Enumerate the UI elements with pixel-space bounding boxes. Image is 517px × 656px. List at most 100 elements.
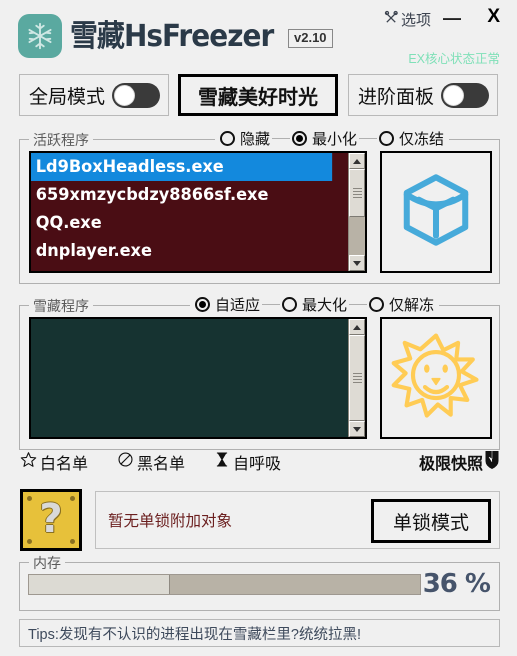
radio-label: 最大化 — [302, 297, 348, 314]
active-programs-legend: 活跃程序 — [29, 130, 93, 150]
scroll-thumb[interactable] — [349, 169, 365, 217]
radio-label: 仅冻结 — [399, 131, 445, 148]
core-status-text: EX核心状态正常 — [408, 52, 500, 66]
frozen-programs-group: 雪藏程序 自适应 最大化 仅解冻 — [19, 294, 500, 450]
global-mode-label: 全局模式 — [29, 86, 106, 108]
scroll-up-button[interactable] — [349, 319, 365, 335]
scroll-track[interactable] — [349, 169, 365, 255]
list-area — [31, 319, 348, 437]
radio-label: 最小化 — [312, 131, 358, 148]
frozen-icon-panel — [380, 317, 492, 439]
blacklist-label: 黑名单 — [137, 456, 186, 473]
page-title: 雪藏HsFreezer — [70, 19, 274, 54]
divider — [349, 304, 368, 305]
frozen-programs-radio-group: 自适应 最大化 仅解冻 — [190, 294, 440, 315]
block-rivet — [27, 539, 32, 544]
chevron-down-icon — [353, 260, 361, 266]
radio-circle — [220, 131, 235, 146]
global-mode-toggle[interactable] — [112, 82, 161, 108]
blacklist-link[interactable]: 黑名单 — [117, 450, 185, 474]
list-item[interactable]: Ld9BoxHeadless.exe — [31, 153, 333, 181]
scrollbar-vertical[interactable] — [348, 319, 365, 437]
radio-circle — [195, 297, 210, 312]
memory-percent-label: 36 % — [422, 569, 491, 599]
link-row: 白名单 黑名单 自呼吸 极限快照 — [0, 450, 517, 480]
radio-circle — [282, 297, 298, 312]
crossed-tools-icon — [384, 10, 399, 29]
radio-maximize[interactable]: 最大化 — [280, 294, 349, 315]
scrollbar-vertical[interactable] — [348, 153, 365, 271]
chevron-down-icon — [353, 426, 361, 432]
memory-legend: 内存 — [29, 553, 65, 573]
radio-hide[interactable]: 隐藏 — [218, 128, 272, 149]
radio-freeze-only[interactable]: 仅冻结 — [377, 128, 446, 149]
radio-adaptive[interactable]: 自适应 — [193, 294, 262, 315]
list-item[interactable]: 659xmzycbdzy8866sf.exe — [31, 181, 332, 209]
scroll-down-button[interactable] — [349, 421, 365, 437]
freeze-button[interactable]: 雪藏美好时光 — [178, 74, 338, 116]
radio-unfreeze-only[interactable]: 仅解冻 — [367, 294, 436, 315]
tips-text: Tips:发现有不认识的进程出现在雪藏栏里?统统拉黑! — [28, 626, 361, 643]
hex-box-icon — [393, 167, 479, 258]
scroll-track[interactable] — [349, 335, 365, 421]
list-item[interactable]: dnplayer.exe — [31, 237, 332, 265]
radio-label: 仅解冻 — [389, 297, 435, 314]
scroll-down-button[interactable] — [349, 255, 365, 271]
chevron-up-icon — [353, 324, 361, 330]
options-button[interactable]: 选项 — [384, 9, 431, 30]
sun-smile-icon — [390, 330, 482, 427]
scroll-up-button[interactable] — [349, 153, 365, 169]
hourglass-icon — [214, 451, 230, 473]
auto-breath-link[interactable]: 自呼吸 — [214, 450, 281, 474]
global-mode-control[interactable]: 全局模式 — [19, 74, 169, 116]
close-button[interactable]: X — [487, 6, 500, 28]
chevron-up-icon — [353, 158, 361, 164]
auto-breath-label: 自呼吸 — [233, 456, 282, 473]
memory-progress-bar — [28, 574, 421, 595]
radio-circle — [379, 131, 395, 146]
divider — [272, 138, 291, 139]
radio-circle — [369, 297, 385, 312]
minimize-button[interactable]: — — [443, 8, 461, 28]
list-area: Ld9BoxHeadless.exe 659xmzycbdzy8866sf.ex… — [31, 153, 348, 271]
advanced-panel-label: 进阶面板 — [358, 86, 435, 108]
memory-progress-fill — [29, 575, 170, 594]
lock-status-field: 暂无单锁附加对象 单锁模式 — [95, 491, 500, 549]
tips-bar: Tips:发现有不认识的进程出现在雪藏栏里?统统拉黑! — [19, 619, 500, 647]
list-item[interactable]: QQ.exe — [31, 209, 332, 237]
scroll-thumb[interactable] — [349, 335, 365, 421]
whitelist-label: 白名单 — [40, 456, 89, 473]
frozen-programs-legend: 雪藏程序 — [29, 296, 93, 316]
star-icon — [20, 451, 37, 473]
lock-mode-button[interactable]: 单锁模式 — [371, 499, 491, 543]
snowflake-icon — [18, 14, 62, 58]
advanced-panel-control[interactable]: 进阶面板 — [348, 74, 498, 116]
active-programs-group: 活跃程序 隐藏 最小化 仅冻结 Ld9BoxHeadless.exe 659xm… — [19, 128, 500, 284]
control-row: 全局模式 雪藏美好时光 进阶面板 — [0, 74, 517, 120]
shield-icon — [484, 450, 500, 474]
toggle-knob — [443, 84, 465, 106]
active-programs-radio-group: 隐藏 最小化 仅冻结 — [215, 128, 450, 149]
divider — [262, 304, 281, 305]
question-block-icon[interactable]: ? — [20, 489, 82, 551]
version-badge: v2.10 — [288, 29, 333, 48]
grip-lines-icon — [352, 371, 362, 385]
options-label: 选项 — [400, 12, 431, 29]
lock-row: ? 暂无单锁附加对象 单锁模式 — [0, 489, 517, 551]
radio-label: 自适应 — [215, 297, 261, 314]
snapshot-button[interactable]: 极限快照 — [419, 450, 500, 474]
radio-minimize[interactable]: 最小化 — [290, 128, 359, 149]
memory-group: 内存 36 % — [19, 553, 500, 611]
frozen-programs-list[interactable] — [29, 317, 367, 439]
active-programs-list[interactable]: Ld9BoxHeadless.exe 659xmzycbdzy8866sf.ex… — [29, 151, 367, 273]
block-rivet — [70, 539, 75, 544]
whitelist-link[interactable]: 白名单 — [20, 450, 88, 474]
toggle-knob — [114, 84, 136, 106]
title-bar: 雪藏HsFreezer v2.10 选项 — X EX核心状态正常 — [0, 0, 517, 70]
radio-circle — [292, 131, 308, 146]
snapshot-label: 极限快照 — [418, 454, 483, 473]
question-mark: ? — [39, 496, 63, 543]
grip-lines-icon — [352, 186, 362, 200]
advanced-panel-toggle[interactable] — [441, 82, 490, 108]
radio-label: 隐藏 — [240, 131, 271, 148]
